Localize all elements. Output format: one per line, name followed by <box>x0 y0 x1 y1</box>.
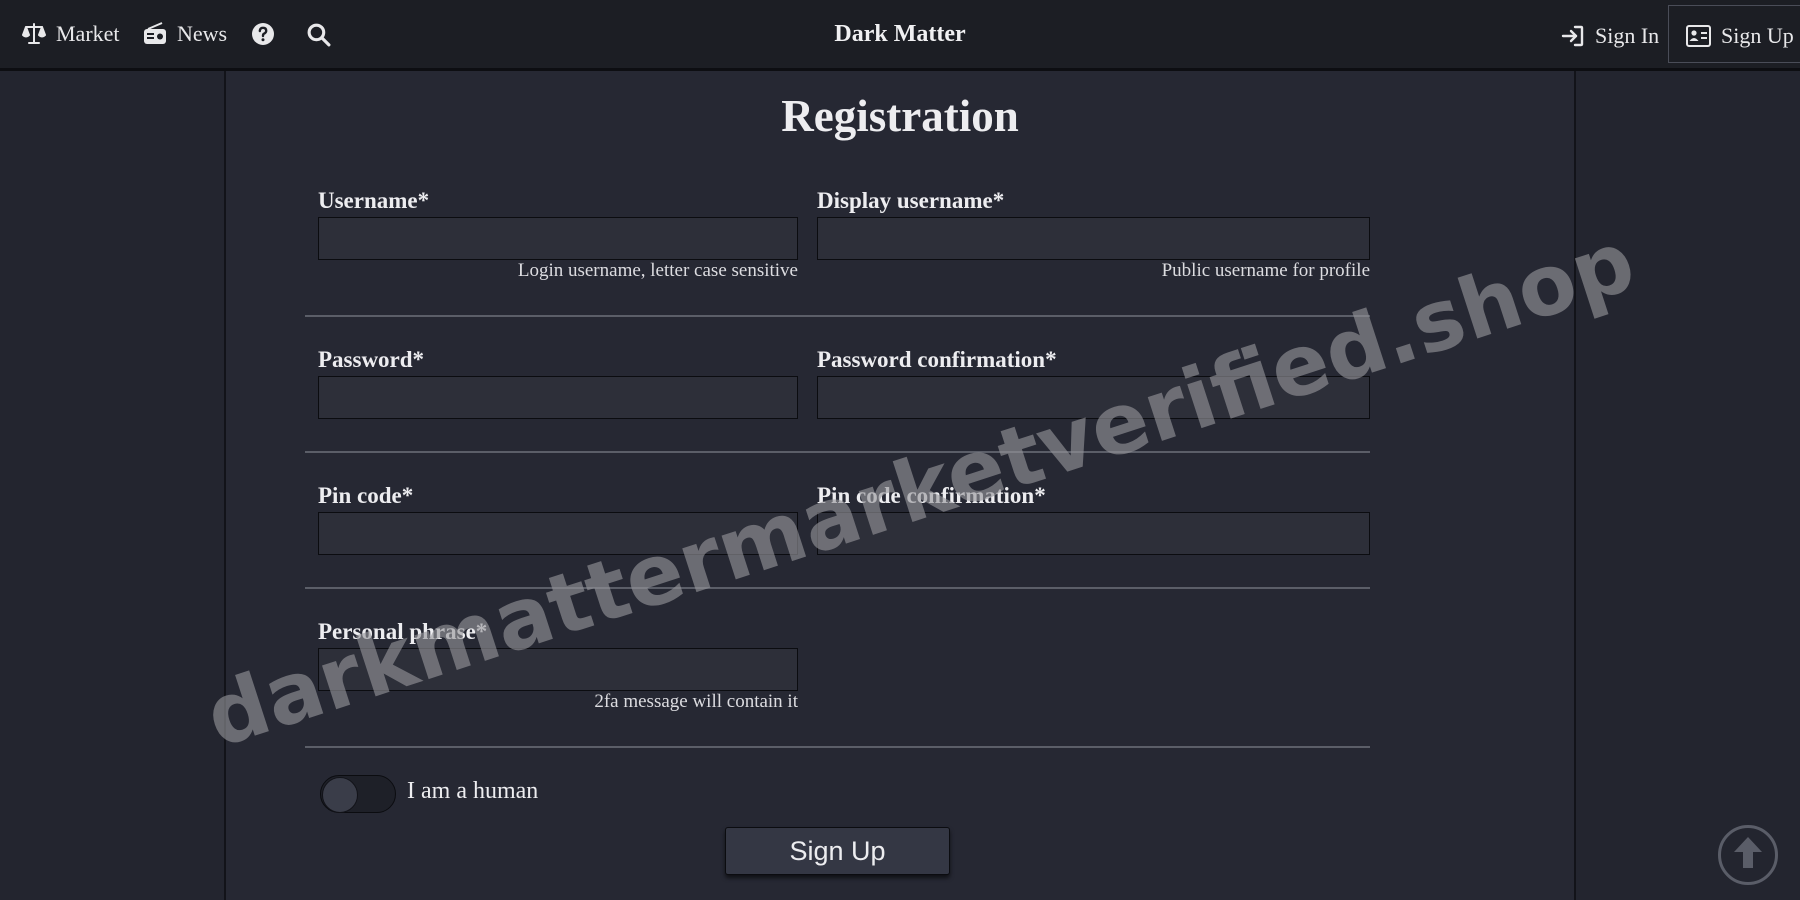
divider <box>305 746 1370 748</box>
nav-news-label: News <box>177 21 228 46</box>
personal-phrase-help: 2fa message will contain it <box>594 691 798 712</box>
pin-code-confirmation-label: Pin code confirmation* <box>817 483 1046 508</box>
username-field[interactable] <box>318 217 798 260</box>
personal-phrase-label: Personal phrase* <box>318 619 488 644</box>
newspaper-radio-icon <box>143 22 167 46</box>
password-label: Password* <box>318 347 425 372</box>
id-card-icon <box>1686 25 1711 47</box>
divider <box>305 315 1370 317</box>
sign-up-button[interactable]: Sign Up <box>725 827 950 875</box>
nav-sign-up-content[interactable]: Sign Up <box>1686 2 1794 70</box>
search-icon <box>306 22 331 47</box>
nav-news[interactable]: News <box>143 0 227 68</box>
human-toggle[interactable] <box>320 775 396 813</box>
toggle-knob <box>322 777 358 813</box>
display-username-field[interactable] <box>817 217 1370 260</box>
divider <box>305 451 1370 453</box>
username-label: Username* <box>318 188 430 213</box>
password-field[interactable] <box>318 376 798 419</box>
display-username-label: Display username* <box>817 188 1005 213</box>
arrow-up-circle-icon <box>1732 836 1764 875</box>
password-confirmation-field[interactable] <box>817 376 1370 419</box>
nav-sign-up-label: Sign Up <box>1721 23 1794 48</box>
nav-help[interactable] <box>251 0 275 68</box>
scroll-to-top-button[interactable] <box>1718 825 1778 885</box>
nav-market[interactable]: Market <box>22 0 120 68</box>
nav-search[interactable] <box>306 0 331 68</box>
pin-code-label: Pin code* <box>318 483 414 508</box>
balance-scale-icon <box>22 22 46 46</box>
human-toggle-label: I am a human <box>407 778 539 804</box>
pin-code-field[interactable] <box>318 512 798 555</box>
help-circle-icon <box>251 22 275 46</box>
nav-market-label: Market <box>56 21 120 46</box>
display-username-help: Public username for profile <box>1161 260 1370 281</box>
pin-code-confirmation-field[interactable] <box>817 512 1370 555</box>
password-confirmation-label: Password confirmation* <box>817 347 1057 372</box>
nav-sign-in[interactable]: Sign In <box>1561 2 1659 70</box>
personal-phrase-field[interactable] <box>318 648 798 691</box>
username-help: Login username, letter case sensitive <box>517 260 798 281</box>
sign-in-icon <box>1561 24 1585 48</box>
top-navbar: Market News Dark Matter Sign In Sign Up <box>0 0 1800 71</box>
nav-sign-in-label: Sign In <box>1595 23 1660 48</box>
page-title: Registration <box>781 91 1019 141</box>
divider <box>305 587 1370 589</box>
